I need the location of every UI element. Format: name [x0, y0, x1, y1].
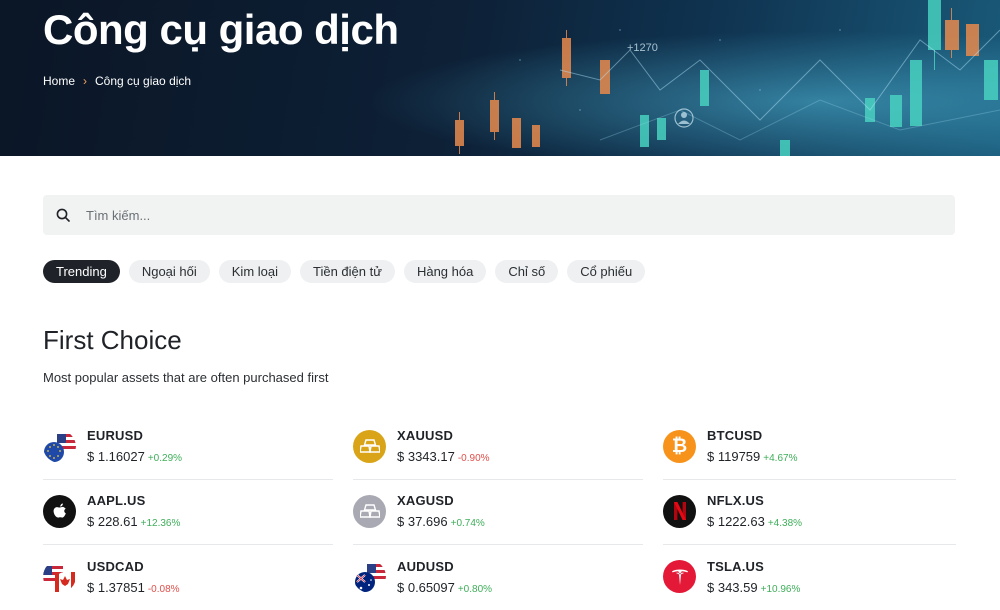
asset-item-audusd[interactable]: AUDUSD $ 0.65097 +0.80% [353, 545, 643, 610]
tab-crypto[interactable]: Tiền điện tử [300, 260, 395, 283]
tab-metals[interactable]: Kim loại [218, 260, 292, 283]
page-title: Công cụ giao dịch [43, 6, 399, 53]
asset-symbol: BTCUSD [707, 428, 763, 443]
tab-commodities[interactable]: Hàng hóa [403, 260, 487, 283]
asset-change: -0.90% [457, 453, 490, 464]
asset-change: +12.36% [140, 518, 181, 529]
asset-price: $ 1.16027 [87, 449, 145, 464]
apple-logo-icon [43, 494, 76, 528]
page-header-banner: +1270 Công cụ giao dịch Home › Công cụ g… [0, 0, 1000, 156]
eu-us-flag-icon [43, 429, 76, 463]
breadcrumb-current: Công cụ giao dịch [95, 74, 192, 88]
asset-symbol: XAGUSD [397, 493, 454, 508]
asset-price: $ 37.696 [397, 514, 448, 529]
asset-price: $ 119759 [707, 449, 761, 464]
asset-symbol: TSLA.US [707, 558, 765, 574]
asset-price: $ 343.59 [707, 579, 758, 595]
asset-change: -0.08% [147, 583, 180, 595]
asset-price: $ 1.37851 [87, 579, 145, 595]
asset-item-nflx[interactable]: NFLX.US $ 1222.63 +4.38% [663, 480, 956, 545]
asset-change: +0.74% [450, 518, 485, 529]
asset-item-usdcad[interactable]: USDCAD $ 1.37851 -0.08% [43, 545, 333, 610]
asset-price: $ 3343.17 [397, 449, 455, 464]
tab-forex[interactable]: Ngoại hối [128, 260, 210, 283]
asset-price: $ 1222.63 [707, 514, 765, 529]
breadcrumb-home-link[interactable]: Home [43, 74, 75, 88]
asset-item-aapl[interactable]: AAPL.US $ 228.61 +12.36% [43, 480, 333, 545]
us-ca-flag-icon [43, 560, 76, 593]
asset-item-xauusd[interactable]: XAUUSD $ 3343.17 -0.90% [353, 415, 643, 480]
breadcrumb-separator-icon: › [83, 74, 88, 88]
bitcoin-icon: ₿ [663, 429, 696, 463]
category-filter-tabs: Trending Ngoại hối Kim loại Tiền điện tử… [43, 260, 646, 283]
search-input[interactable] [86, 207, 886, 223]
asset-grid: EURUSD $ 1.16027 +0.29% XAUUSD $ 3343.17-… [43, 415, 956, 610]
breadcrumb: Home › Công cụ giao dịch [43, 74, 191, 88]
chart-price-tag: +1270 [627, 42, 658, 54]
asset-change: +0.80% [457, 583, 493, 595]
asset-price: $ 228.61 [87, 514, 138, 529]
gold-bars-icon [353, 429, 386, 463]
asset-item-eurusd[interactable]: EURUSD $ 1.16027 +0.29% [43, 415, 333, 480]
tab-trending[interactable]: Trending [43, 260, 120, 283]
asset-price: $ 0.65097 [397, 579, 455, 595]
silver-bars-icon [353, 494, 386, 528]
search-bar [43, 195, 955, 235]
asset-item-btcusd[interactable]: ₿ BTCUSD $ 119759 +4.67% [663, 415, 956, 480]
asset-change: +4.67% [763, 453, 798, 464]
asset-change: +10.96% [760, 583, 801, 595]
asset-symbol: AUDUSD [397, 558, 454, 574]
netflix-logo-icon [663, 494, 696, 528]
search-icon [56, 208, 70, 222]
asset-change: +4.38% [767, 518, 803, 529]
asset-symbol: NFLX.US [707, 493, 765, 508]
tab-stocks[interactable]: Cổ phiếu [567, 260, 646, 283]
section-title: First Choice [43, 325, 182, 355]
asset-change: +0.29% [147, 453, 183, 464]
asset-symbol: AAPL.US [87, 493, 146, 508]
asset-item-tsla[interactable]: TSLA.US $ 343.59 +10.96% [663, 545, 956, 610]
tesla-logo-icon [663, 560, 696, 593]
asset-item-xagusd[interactable]: XAGUSD $ 37.696 +0.74% [353, 480, 643, 545]
asset-symbol: USDCAD [87, 558, 144, 574]
section-subtitle: Most popular assets that are often purch… [43, 370, 329, 385]
au-us-flag-icon [353, 560, 386, 593]
tab-indices[interactable]: Chỉ số [495, 260, 559, 283]
asset-symbol: EURUSD [87, 428, 144, 443]
asset-symbol: XAUUSD [397, 428, 454, 443]
